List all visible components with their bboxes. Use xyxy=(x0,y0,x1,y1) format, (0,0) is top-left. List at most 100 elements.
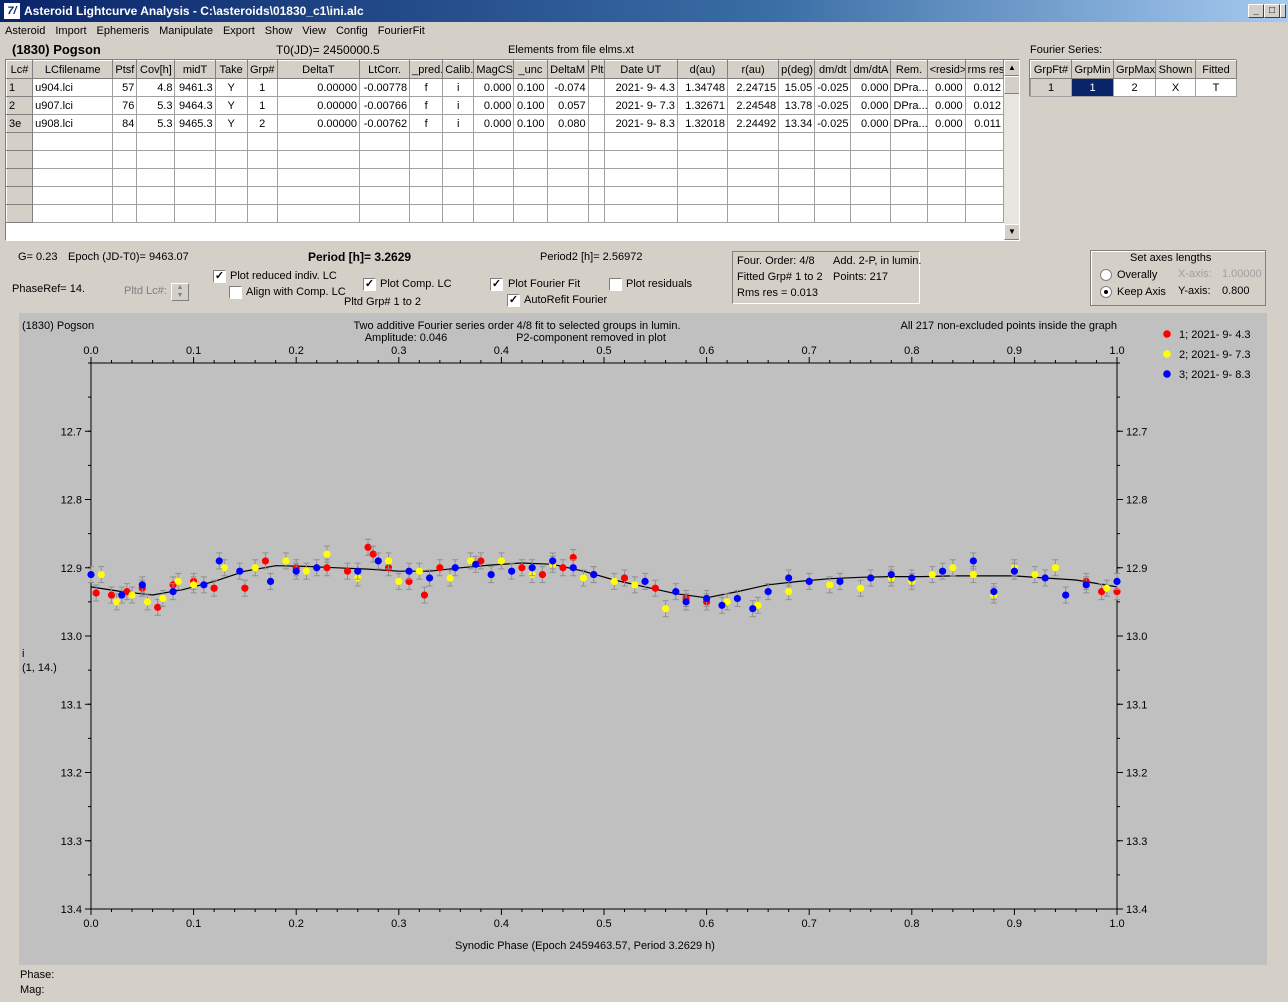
table-cell[interactable] xyxy=(513,186,548,205)
table-cell[interactable]: 4.8 xyxy=(136,78,176,97)
table-cell[interactable] xyxy=(964,204,1005,223)
pltd-lc-spinner[interactable]: ▲ ▼ xyxy=(171,283,189,301)
table-cell[interactable]: 9464.3 xyxy=(174,96,216,115)
table-cell[interactable] xyxy=(246,150,278,169)
table-cell[interactable] xyxy=(546,150,589,169)
row-header[interactable] xyxy=(6,132,34,151)
menu-show[interactable]: Show xyxy=(260,22,298,37)
plot-residuals-checkbox[interactable] xyxy=(609,278,622,291)
table-cell[interactable]: 0.00000 xyxy=(276,114,361,133)
table-cell[interactable] xyxy=(587,78,605,97)
lc-col-header[interactable]: d(au) xyxy=(676,60,729,79)
table-cell[interactable]: 0.100 xyxy=(513,96,548,115)
x-axis-value[interactable]: 1.00000 xyxy=(1222,268,1262,280)
table-cell[interactable] xyxy=(587,96,605,115)
table-cell[interactable]: 5.3 xyxy=(136,96,176,115)
table-cell[interactable] xyxy=(676,204,729,223)
table-cell[interactable] xyxy=(513,168,548,187)
menu-config[interactable]: Config xyxy=(331,22,373,37)
fourier-col-header[interactable]: GrpMin xyxy=(1071,60,1114,79)
lc-col-header[interactable]: LCfilename xyxy=(32,60,114,79)
table-cell[interactable] xyxy=(276,150,361,169)
table-cell[interactable] xyxy=(513,132,548,151)
table-cell[interactable] xyxy=(112,168,138,187)
table-cell[interactable] xyxy=(964,150,1005,169)
table-cell[interactable] xyxy=(112,150,138,169)
table-cell[interactable] xyxy=(676,168,729,187)
minimize-button[interactable]: _ xyxy=(1248,4,1264,18)
table-cell[interactable] xyxy=(727,150,780,169)
table-cell[interactable] xyxy=(926,186,966,205)
table-cell[interactable] xyxy=(778,132,816,151)
table-cell[interactable]: i xyxy=(442,96,475,115)
lc-col-header[interactable]: Grp# xyxy=(246,60,278,79)
table-cell[interactable]: i xyxy=(442,114,475,133)
table-cell[interactable] xyxy=(778,150,816,169)
table-cell[interactable]: 0.000 xyxy=(473,78,515,97)
table-cell[interactable] xyxy=(603,132,678,151)
table-cell[interactable] xyxy=(409,132,444,151)
table-cell[interactable]: 0.000 xyxy=(926,78,966,97)
table-cell[interactable]: 0.100 xyxy=(513,78,548,97)
table-cell[interactable] xyxy=(587,150,605,169)
table-cell[interactable] xyxy=(603,168,678,187)
table-cell[interactable]: 5.3 xyxy=(136,114,176,133)
table-cell[interactable]: 2.24492 xyxy=(727,114,780,133)
lc-col-header[interactable]: dm/dt xyxy=(814,60,852,79)
table-cell[interactable]: f xyxy=(409,78,444,97)
scroll-thumb[interactable] xyxy=(1004,76,1019,94)
table-cell[interactable]: 15.05 xyxy=(778,78,816,97)
table-cell[interactable]: 0.000 xyxy=(850,96,892,115)
lc-col-header[interactable]: p(deg) xyxy=(778,60,816,79)
table-cell[interactable] xyxy=(276,186,361,205)
table-cell[interactable] xyxy=(473,204,515,223)
table-cell[interactable] xyxy=(136,132,176,151)
overally-radio[interactable] xyxy=(1100,269,1112,281)
table-cell[interactable]: 2021- 9- 4.3 xyxy=(603,78,678,97)
table-cell[interactable]: Y xyxy=(214,78,248,97)
table-cell[interactable] xyxy=(32,132,114,151)
fourier-cell[interactable]: 1 xyxy=(1030,78,1072,97)
fourier-cell[interactable]: 2 xyxy=(1113,78,1156,97)
table-cell[interactable] xyxy=(136,168,176,187)
table-cell[interactable] xyxy=(676,132,729,151)
table-cell[interactable] xyxy=(926,204,966,223)
lc-col-header[interactable]: Take xyxy=(214,60,248,79)
table-cell[interactable] xyxy=(513,150,548,169)
table-cell[interactable]: 0.00000 xyxy=(276,96,361,115)
row-header[interactable] xyxy=(6,186,34,205)
table-cell[interactable] xyxy=(587,114,605,133)
fourier-col-header[interactable]: Shown xyxy=(1155,60,1196,79)
table-cell[interactable] xyxy=(358,186,411,205)
lc-col-header[interactable]: <resid> xyxy=(926,60,966,79)
lc-col-header[interactable]: Cov[h] xyxy=(136,60,176,79)
table-cell[interactable] xyxy=(513,204,548,223)
row-header[interactable]: 1 xyxy=(6,78,34,97)
table-cell[interactable] xyxy=(890,168,928,187)
lc-col-header[interactable]: Date UT xyxy=(603,60,678,79)
table-cell[interactable]: 1.34748 xyxy=(676,78,729,97)
table-cell[interactable]: 0.000 xyxy=(850,78,892,97)
maximize-button[interactable]: □ xyxy=(1264,4,1280,18)
table-row-empty[interactable] xyxy=(6,150,1005,169)
table-cell[interactable] xyxy=(136,150,176,169)
fourier-cell[interactable]: T xyxy=(1195,78,1237,97)
plot-reduced-checkbox[interactable]: ✓ xyxy=(213,270,226,283)
table-cell[interactable]: -0.025 xyxy=(814,114,852,133)
table-cell[interactable] xyxy=(214,204,248,223)
lc-col-header[interactable]: _pred. xyxy=(409,60,444,79)
scroll-down-icon[interactable]: ▼ xyxy=(1004,224,1019,240)
table-row[interactable]: 2 u907.lci 76 5.3 9464.3 Y 1 0.00000 -0.00766 f i 0… xyxy=(6,96,1005,115)
table-cell[interactable] xyxy=(850,168,892,187)
plot-comp-checkbox[interactable]: ✓ xyxy=(363,278,376,291)
table-cell[interactable] xyxy=(814,168,852,187)
table-cell[interactable]: 2.24715 xyxy=(727,78,780,97)
table-cell[interactable]: 0.000 xyxy=(926,114,966,133)
table-cell[interactable] xyxy=(112,204,138,223)
table-cell[interactable] xyxy=(603,150,678,169)
table-row-empty[interactable] xyxy=(6,168,1005,187)
table-cell[interactable]: Y xyxy=(214,114,248,133)
table-cell[interactable]: 13.34 xyxy=(778,114,816,133)
table-cell[interactable] xyxy=(676,150,729,169)
lc-col-header[interactable]: Lc# xyxy=(6,60,34,79)
